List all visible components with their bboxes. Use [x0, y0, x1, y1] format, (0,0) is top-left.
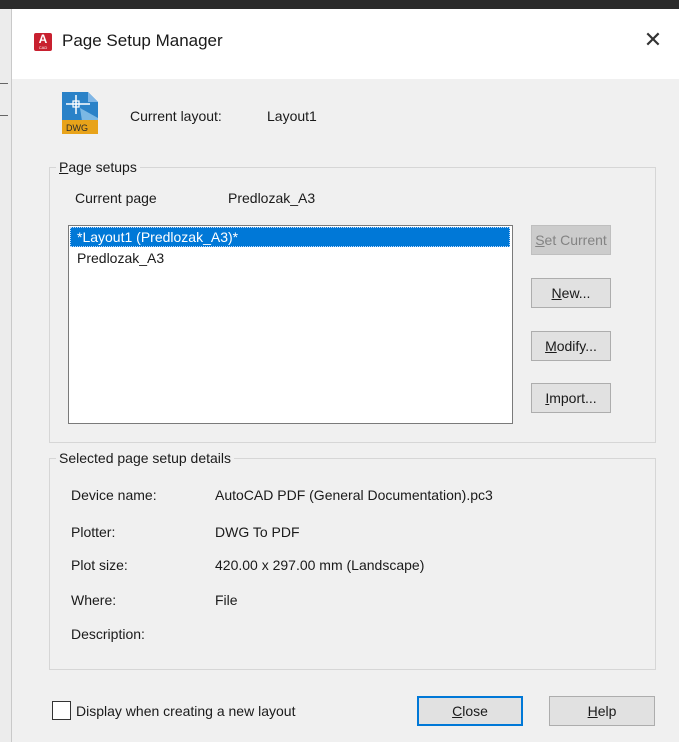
- display-on-new-layout-label[interactable]: Display when creating a new layout: [76, 703, 295, 719]
- dwg-file-icon: DWG: [62, 92, 98, 134]
- new-label: ew...: [561, 285, 591, 301]
- edge-tick: [0, 83, 8, 84]
- details-legend: Selected page setup details: [59, 450, 232, 466]
- plot-size-value: 420.00 x 297.00 mm (Landscape): [215, 557, 425, 573]
- help-label: elp: [597, 703, 617, 719]
- close-button[interactable]: Close: [417, 696, 523, 726]
- set-current-button[interactable]: Set Current: [531, 225, 611, 255]
- modify-button[interactable]: Modify...: [531, 331, 611, 361]
- close-label: lose: [462, 703, 488, 719]
- set-current-mnemonic: S: [535, 232, 545, 248]
- help-button[interactable]: Help: [549, 696, 655, 726]
- current-page-label: Current page: [75, 190, 157, 206]
- autocad-app-icon: A CAD: [34, 33, 52, 51]
- new-mnemonic: N: [551, 285, 562, 301]
- plotter-value: DWG To PDF: [215, 524, 300, 540]
- background-window-strip: [0, 0, 679, 9]
- modify-label: odify...: [556, 338, 597, 354]
- plotter-label: Plotter:: [71, 524, 116, 540]
- device-name-label: Device name:: [71, 487, 157, 503]
- title-bar: A CAD Page Setup Manager ✕: [12, 9, 679, 79]
- where-value: File: [215, 592, 238, 608]
- list-item-predlozak-a3[interactable]: Predlozak_A3: [70, 248, 510, 268]
- new-button[interactable]: New...: [531, 278, 611, 308]
- page-setups-legend: Page setups: [56, 159, 140, 175]
- list-item-layout1[interactable]: *Layout1 (Predlozak_A3)*: [70, 227, 510, 247]
- app-icon-subtext: CAD: [38, 45, 48, 50]
- close-window-button[interactable]: ✕: [638, 25, 668, 55]
- set-current-label: et Current: [544, 232, 607, 248]
- plot-size-label: Plot size:: [71, 557, 128, 573]
- dialog-title: Page Setup Manager: [62, 31, 223, 50]
- close-mnemonic: C: [452, 703, 463, 719]
- dwg-icon-text: DWG: [66, 123, 88, 133]
- current-page-value: Predlozak_A3: [228, 190, 316, 206]
- page-setups-list[interactable]: *Layout1 (Predlozak_A3)* Predlozak_A3: [68, 225, 513, 424]
- import-label: mport...: [549, 390, 597, 406]
- current-layout-value: Layout1: [267, 108, 317, 124]
- legend-rest: age setups: [68, 159, 137, 175]
- where-label: Where:: [71, 592, 117, 608]
- import-button[interactable]: Import...: [531, 383, 611, 413]
- background-window-edge: [0, 9, 12, 742]
- edge-tick: [0, 115, 8, 116]
- device-name-value: AutoCAD PDF (General Documentation).pc3: [215, 487, 493, 503]
- description-label: Description:: [71, 626, 145, 642]
- page-setup-manager-dialog: A CAD Page Setup Manager ✕ DWG Current l…: [12, 9, 679, 742]
- display-on-new-layout-checkbox[interactable]: [52, 701, 71, 720]
- legend-mnemonic: P: [59, 159, 69, 175]
- modify-mnemonic: M: [545, 338, 557, 354]
- current-layout-label: Current layout:: [130, 108, 222, 124]
- help-mnemonic: H: [587, 703, 598, 719]
